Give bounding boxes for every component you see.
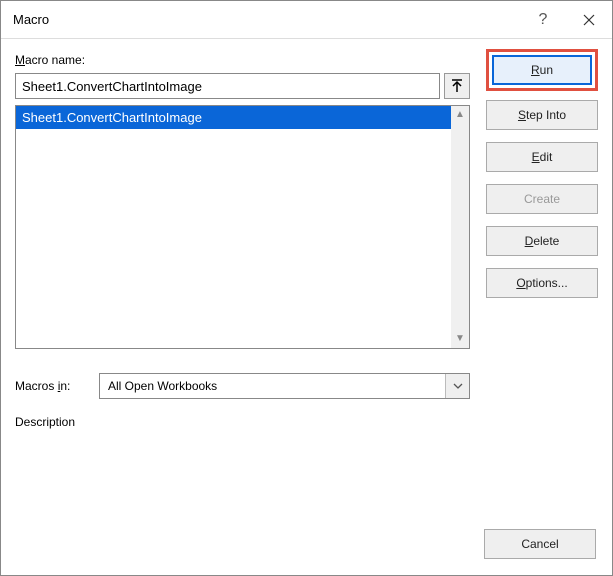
scroll-down-icon[interactable]: ▼ <box>455 334 465 344</box>
cancel-button[interactable]: Cancel <box>484 529 596 559</box>
macro-name-row <box>15 73 470 99</box>
macro-list-items[interactable]: Sheet1.ConvertChartIntoImage <box>16 106 451 348</box>
close-button[interactable] <box>566 1 612 38</box>
run-button[interactable]: Run <box>492 55 592 85</box>
description-label: Description <box>15 415 470 429</box>
options-button[interactable]: Options... <box>486 268 598 298</box>
chevron-down-icon <box>453 383 463 389</box>
edit-button[interactable]: Edit <box>486 142 598 172</box>
macro-name-go-button[interactable] <box>444 73 470 99</box>
titlebar: Macro ? <box>1 1 612 39</box>
macro-name-input[interactable] <box>15 73 440 99</box>
macro-name-label: Macro name: <box>15 53 470 67</box>
scroll-up-icon[interactable]: ▲ <box>455 110 465 120</box>
up-arrow-icon <box>451 79 463 93</box>
dropdown-toggle[interactable] <box>445 374 469 398</box>
create-button: Create <box>486 184 598 214</box>
left-column: Macro name: Sheet1.ConvertChartIntoImage <box>15 53 470 557</box>
step-into-button[interactable]: Step Into <box>486 100 598 130</box>
list-item[interactable]: Sheet1.ConvertChartIntoImage <box>16 106 451 129</box>
help-button[interactable]: ? <box>520 1 566 38</box>
dialog-body: Macro name: Sheet1.ConvertChartIntoImage <box>1 39 612 575</box>
button-column: Run Step Into Edit Create Delete Options… <box>486 53 598 557</box>
help-icon: ? <box>539 11 548 29</box>
macros-in-value: All Open Workbooks <box>108 379 217 393</box>
run-highlight: Run <box>486 49 598 91</box>
window-title: Macro <box>13 12 520 27</box>
macros-in-dropdown[interactable]: All Open Workbooks <box>99 373 470 399</box>
scrollbar[interactable]: ▲ ▼ <box>451 106 469 348</box>
close-icon <box>583 14 595 26</box>
macro-list: Sheet1.ConvertChartIntoImage ▲ ▼ <box>15 105 470 349</box>
macro-dialog: Macro ? Macro name: <box>0 0 613 576</box>
delete-button[interactable]: Delete <box>486 226 598 256</box>
macros-in-label: Macros in: <box>15 379 99 393</box>
cancel-wrap: Cancel <box>484 529 596 559</box>
macros-in-row: Macros in: All Open Workbooks <box>15 373 470 399</box>
